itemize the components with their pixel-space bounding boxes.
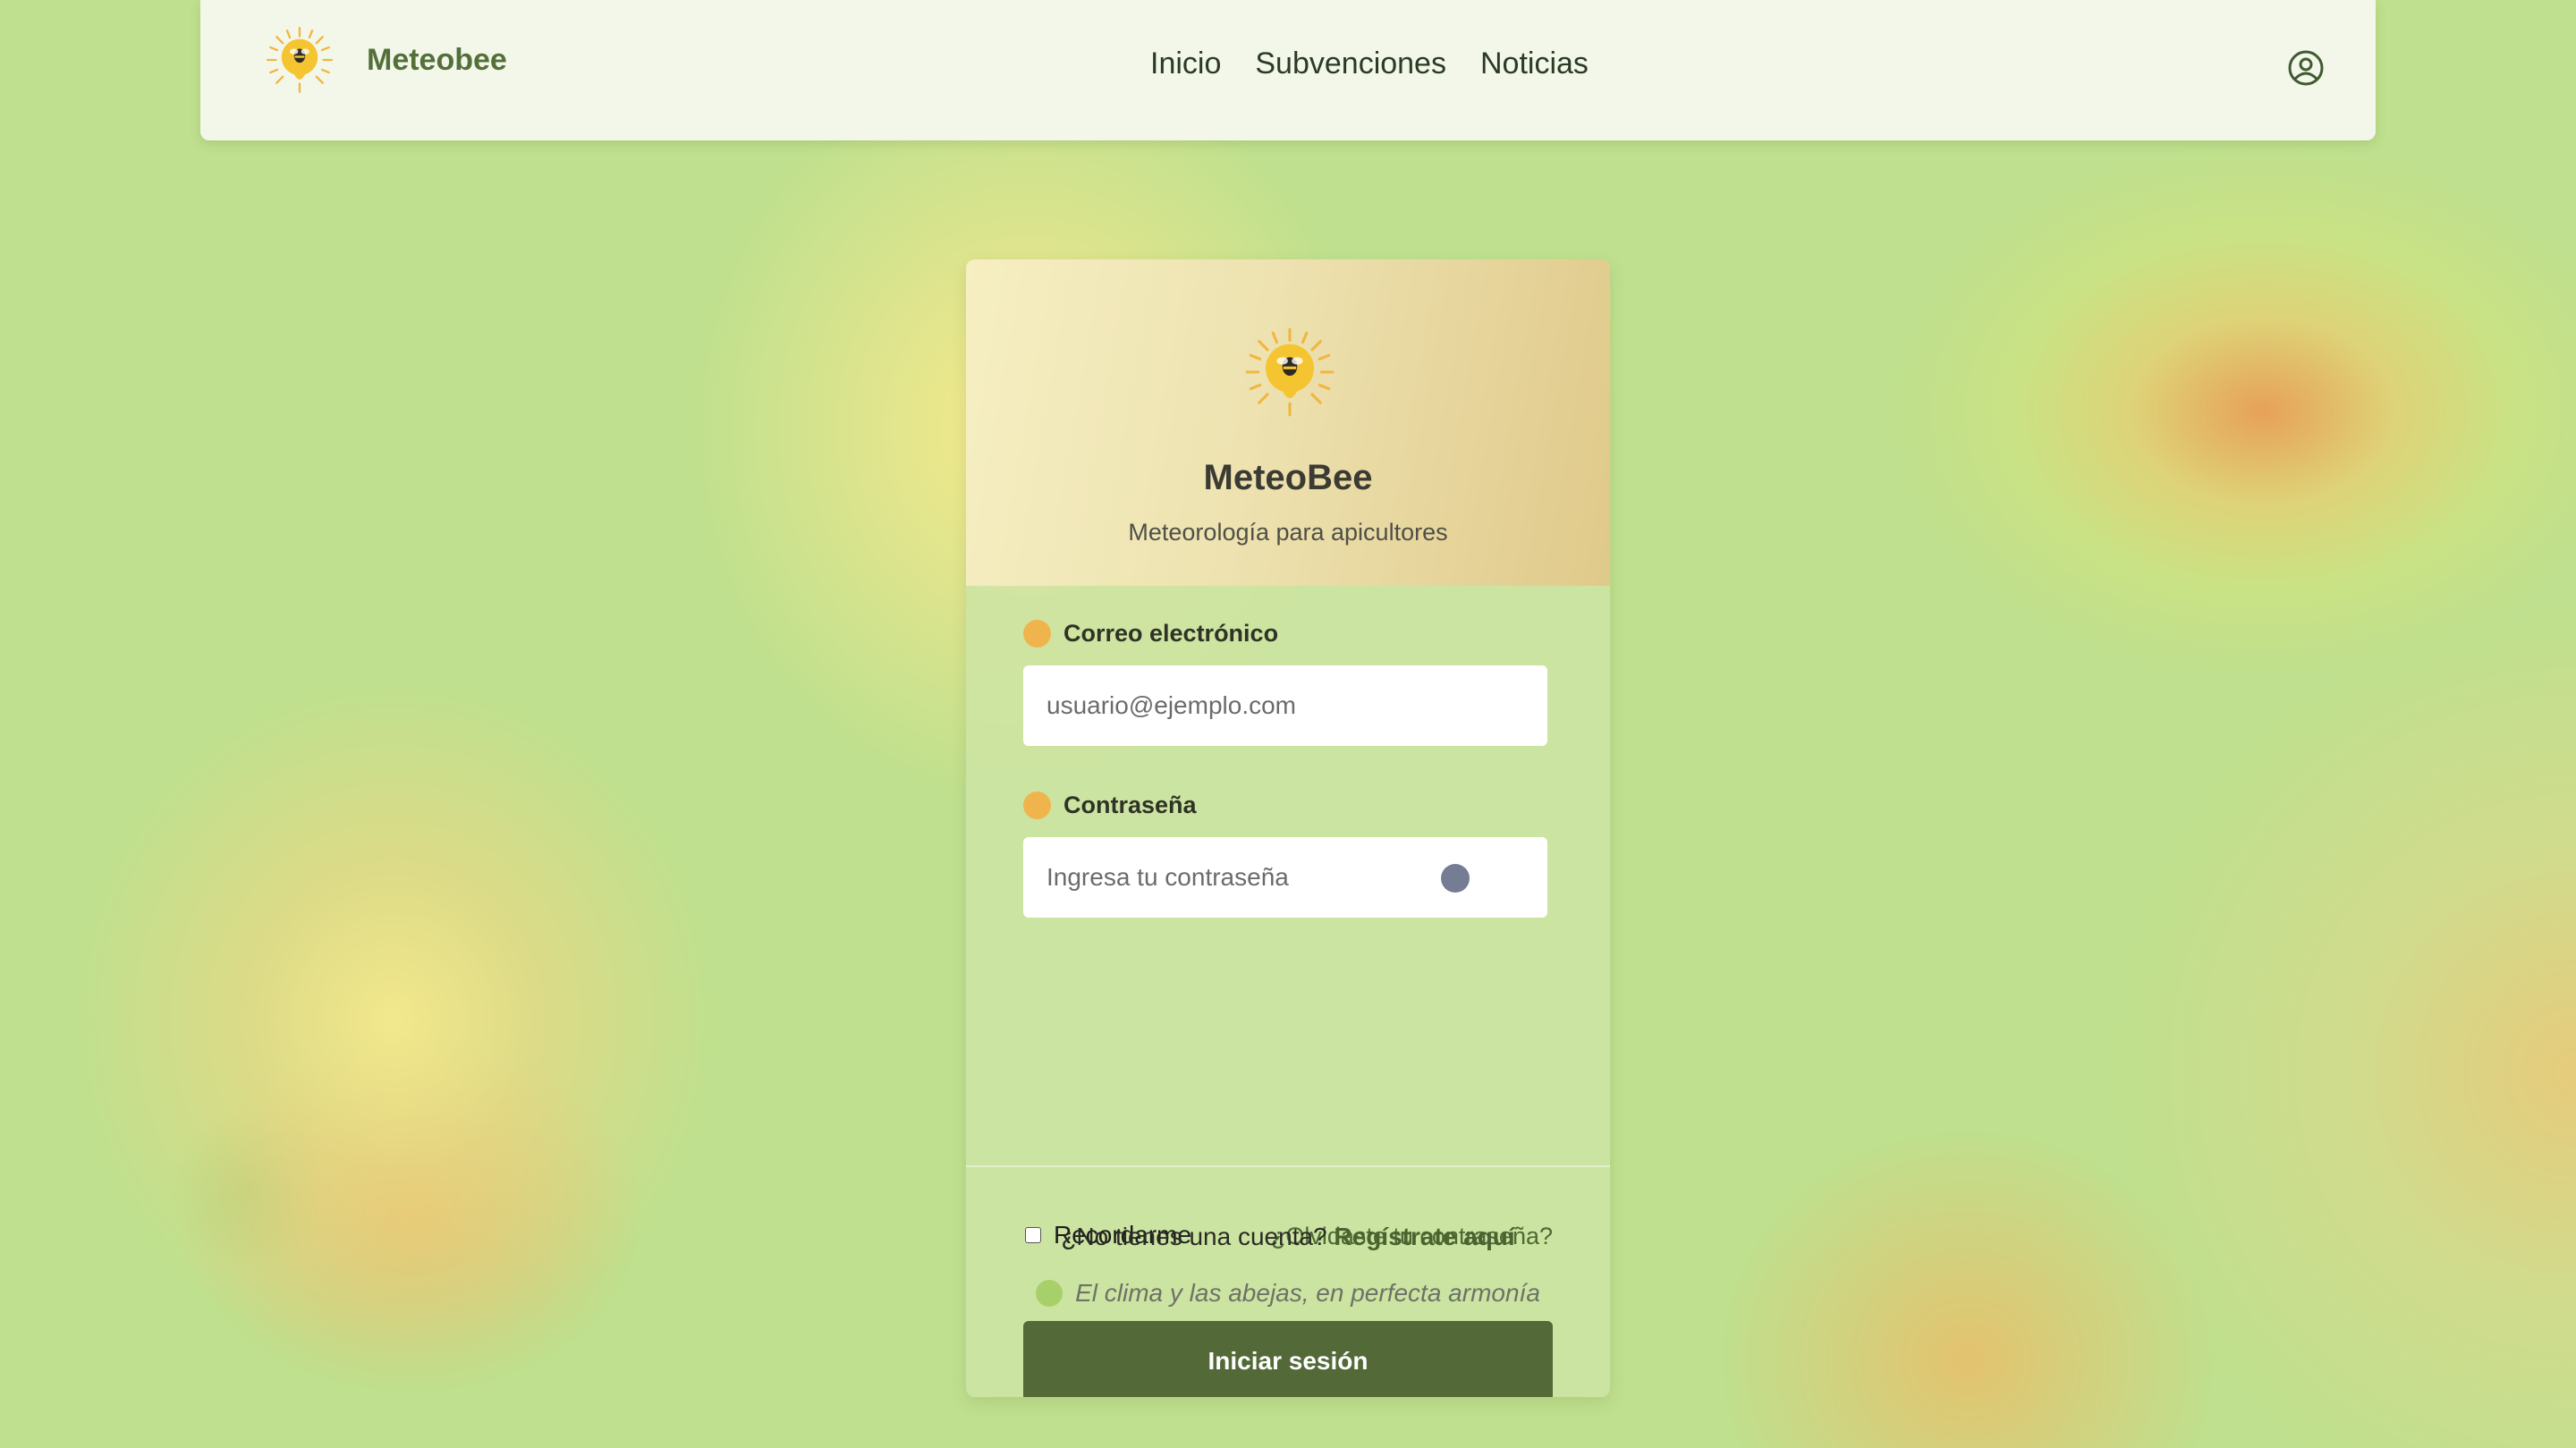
password-label: Contraseña: [1023, 789, 1553, 821]
login-form: Correo electrónico Contraseña Recordarme…: [1023, 617, 1553, 1397]
brand[interactable]: Meteobee: [265, 25, 507, 95]
register-prompt-text: ¿No tienes una cuenta?: [1061, 1223, 1335, 1250]
tagline-dot-icon: [1036, 1280, 1063, 1307]
divider: [966, 1165, 1610, 1167]
tagline-text: El clima y las abejas, en perfecta armon…: [1075, 1279, 1540, 1307]
tagline: El clima y las abejas, en perfecta armon…: [966, 1279, 1610, 1308]
login-card: MeteoBee Meteorología para apicultores C…: [966, 259, 1610, 1397]
email-label: Correo electrónico: [1023, 617, 1553, 649]
email-label-text: Correo electrónico: [1063, 619, 1279, 647]
card-header: MeteoBee Meteorología para apicultores: [966, 259, 1610, 586]
toggle-password-icon[interactable]: [1441, 864, 1470, 893]
card-subtitle: Meteorología para apicultores: [1128, 519, 1448, 546]
login-button[interactable]: Iniciar sesión: [1023, 1321, 1553, 1397]
email-field[interactable]: [1023, 665, 1547, 746]
nav-link-noticias[interactable]: Noticias: [1480, 47, 1589, 81]
register-link[interactable]: Regístrate aquí: [1334, 1223, 1514, 1250]
password-dot-icon: [1023, 791, 1051, 819]
register-prompt: ¿No tienes una cuenta? Regístrate aquí: [966, 1223, 1610, 1251]
sun-bee-logo-icon: [1245, 327, 1335, 417]
nav-link-inicio[interactable]: Inicio: [1150, 47, 1221, 81]
password-label-text: Contraseña: [1063, 791, 1197, 818]
brand-name[interactable]: Meteobee: [367, 43, 507, 78]
password-wrapper: [1023, 821, 1547, 918]
sun-bee-logo-icon: [266, 26, 334, 94]
main-nav: Inicio Subvenciones Noticias: [1150, 47, 1589, 81]
email-dot-icon: [1023, 619, 1051, 648]
navbar: Meteobee Inicio Subvenciones Noticias: [200, 0, 2376, 140]
user-circle-icon[interactable]: [2288, 50, 2324, 86]
card-title: MeteoBee: [1203, 458, 1373, 497]
nav-link-subvenciones[interactable]: Subvenciones: [1255, 47, 1446, 81]
